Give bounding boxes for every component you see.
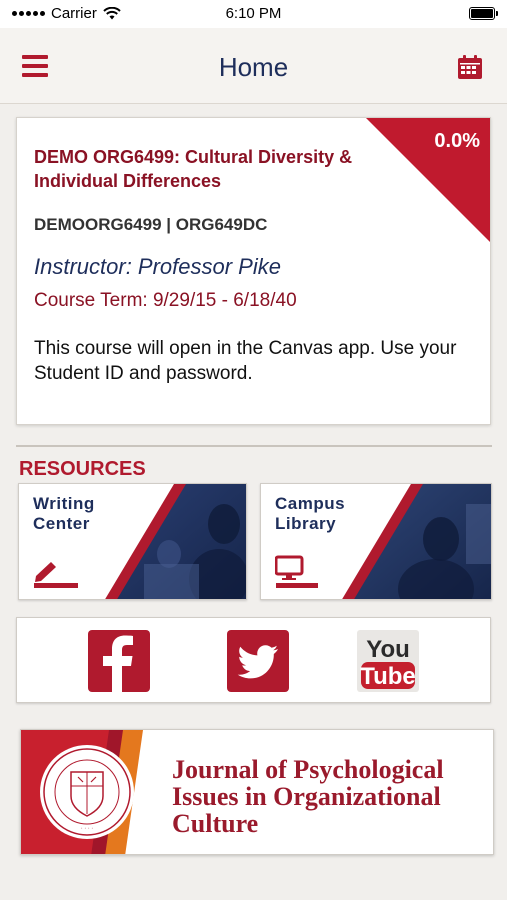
course-progress: 0.0% (434, 130, 480, 152)
writing-center-label: Writing Center (33, 494, 95, 533)
youtube-text-bottom: Tube (360, 663, 416, 690)
youtube-text-top: You (366, 636, 410, 663)
campus-library-label: Campus Library (275, 494, 346, 533)
university-seal-icon: · · · · (40, 745, 134, 839)
pencil-icon (34, 562, 78, 588)
journal-banner-graphic: · · · · (21, 730, 171, 854)
course-instructor: Instructor: Professor Pike (34, 254, 281, 279)
calendar-icon[interactable] (457, 54, 483, 80)
course-card[interactable]: 0.0% DEMO ORG6499: Cultural Diversity & … (16, 117, 491, 425)
section-divider (16, 445, 492, 447)
journal-banner[interactable]: · · · · Journal of Psychological Issues … (20, 729, 494, 855)
youtube-icon[interactable]: You Tube (357, 630, 419, 692)
computer-icon (275, 555, 318, 588)
status-bar: Carrier 6:10 PM (0, 0, 507, 28)
twitter-icon[interactable] (227, 630, 289, 692)
campus-library-tile[interactable]: Campus Library (260, 483, 492, 600)
facebook-icon[interactable] (88, 630, 150, 692)
battery-icon (469, 7, 498, 20)
clock: 6:10 PM (225, 5, 282, 22)
page-title: Home (218, 52, 289, 82)
svg-text:· · · ·: · · · · (81, 826, 94, 832)
social-links-bar: You Tube (16, 617, 491, 703)
nav-bar: Home (0, 28, 507, 104)
course-term: Course Term: 9/29/15 - 6/18/40 (34, 290, 297, 311)
course-code: DEMOORG6499 | ORG649DC (34, 215, 268, 234)
course-title: DEMO ORG6499: Cultural Diversity & Indiv… (34, 147, 353, 191)
journal-title: Journal of Psychological Issues in Organ… (172, 755, 444, 838)
course-note: This course will open in the Canvas app.… (34, 338, 457, 384)
resources-heading: RESOURCES (19, 458, 146, 480)
writing-center-tile[interactable]: Writing Center (18, 483, 247, 600)
